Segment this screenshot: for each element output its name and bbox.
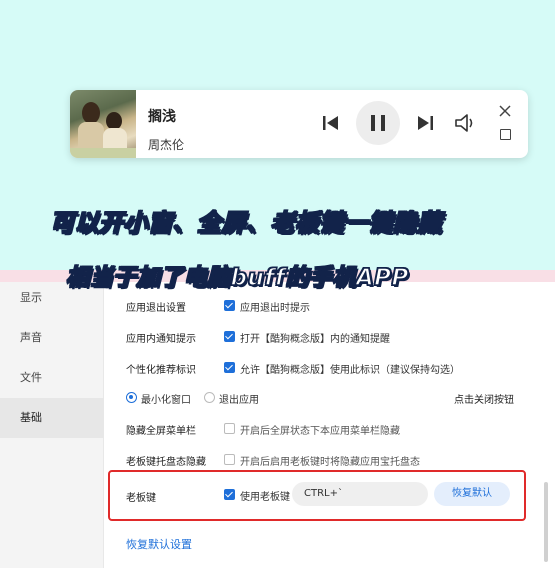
close-button-action-label: 点击关闭按钮	[454, 395, 514, 406]
notify-checkbox[interactable]	[224, 331, 235, 342]
notify-setting-label: 应用内通知提示	[126, 334, 196, 345]
exit-prompt-text: 应用退出时提示	[240, 303, 310, 314]
boss-tray-option-text: 开启后启用老板键时将隐藏应用宝托盘态	[240, 457, 420, 468]
personal-checkbox[interactable]	[224, 362, 235, 373]
prev-button[interactable]	[320, 112, 342, 134]
hide-menu-checkbox[interactable]	[224, 423, 235, 434]
restore-default-button[interactable]: 恢复默认	[434, 482, 510, 506]
sidebar-item-file[interactable]: 文件	[0, 358, 104, 398]
exit-prompt-checkbox[interactable]	[224, 300, 235, 311]
minimize-radio[interactable]	[126, 392, 137, 403]
personal-option-text: 允许【酷狗概念版】使用此标识（建议保持勾选）	[240, 365, 460, 376]
minimize-radio-label: 最小化窗口	[141, 395, 191, 406]
settings-sidebar: 显示 声音 文件 基础	[0, 282, 104, 568]
volume-button[interactable]	[454, 112, 478, 134]
headline-line-1: 可以开小窗、全屏、老板键一键隐藏	[49, 208, 442, 238]
settings-panel: 显示 声音 文件 基础 应用退出设置 应用退出时提示 应用内通知提示 打开【酷狗…	[0, 282, 555, 568]
exit-app-radio[interactable]	[204, 392, 215, 403]
notify-option-text: 打开【酷狗概念版】内的通知提醒	[240, 334, 390, 345]
restore-all-settings-link[interactable]: 恢复默认设置	[126, 536, 192, 552]
maximize-icon[interactable]	[500, 129, 511, 140]
boss-tray-checkbox[interactable]	[224, 454, 235, 465]
sidebar-item-basic[interactable]: 基础	[0, 398, 104, 438]
personal-setting-label: 个性化推荐标识	[126, 365, 196, 376]
scrollbar[interactable]	[544, 482, 548, 562]
mini-player-window: 搁浅 周杰伦	[70, 90, 528, 158]
hide-menu-option-text: 开启后全屏状态下本应用菜单栏隐藏	[240, 426, 400, 437]
volume-icon	[455, 114, 473, 132]
exit-setting-label: 应用退出设置	[126, 303, 186, 314]
pause-button[interactable]	[356, 101, 400, 145]
sidebar-item-sound[interactable]: 声音	[0, 318, 104, 358]
headline-line-2: 相当于加了电脑buff的手机APP	[65, 264, 409, 292]
close-button[interactable]	[498, 103, 512, 117]
boss-tray-label: 老板键托盘态隐藏	[126, 457, 206, 468]
exit-app-radio-label: 退出应用	[219, 395, 259, 406]
album-cover	[70, 90, 136, 158]
pause-icon	[371, 115, 385, 131]
hotkey-input[interactable]: CTRL+`	[292, 482, 428, 506]
song-title: 搁浅	[148, 109, 176, 125]
hide-menu-label: 隐藏全屏菜单栏	[126, 426, 196, 437]
next-icon	[418, 116, 433, 130]
next-button[interactable]	[414, 112, 436, 134]
song-artist: 周杰伦	[148, 138, 185, 152]
boss-key-label: 老板键	[126, 493, 156, 504]
boss-key-checkbox[interactable]	[224, 489, 235, 500]
prev-icon	[323, 116, 338, 130]
close-icon	[499, 105, 511, 117]
boss-key-option-text: 使用老板键	[240, 492, 290, 503]
